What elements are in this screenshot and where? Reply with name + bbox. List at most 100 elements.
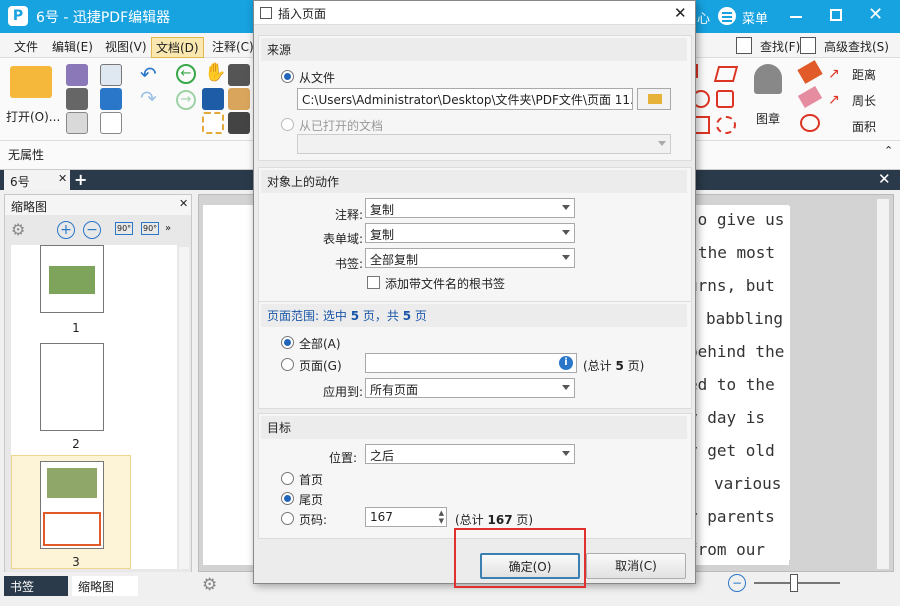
status-zoom-out-icon[interactable]: − xyxy=(728,574,746,592)
thumbnail-page-3[interactable] xyxy=(40,461,104,549)
bookmarks-select[interactable]: 全部复制 xyxy=(365,248,575,268)
first-page-radio[interactable] xyxy=(281,472,294,485)
area-label[interactable]: 面积 xyxy=(852,118,876,135)
print-icon[interactable] xyxy=(66,88,88,110)
redo-icon[interactable]: ↷ xyxy=(140,86,157,110)
menu-edit[interactable]: 编辑(E) xyxy=(48,37,97,56)
cancel-button[interactable]: 取消(C) xyxy=(586,553,686,579)
tab-bookmarks[interactable]: 书签 xyxy=(4,576,68,596)
menu-view[interactable]: 视图(V) xyxy=(101,37,151,56)
polyline-icon[interactable] xyxy=(713,66,739,82)
from-file-label[interactable]: 从文件 xyxy=(299,69,335,86)
document-icon[interactable] xyxy=(66,112,88,134)
thumbnail-page-1[interactable] xyxy=(40,245,104,313)
menu-file[interactable]: 文件 xyxy=(10,37,42,56)
pages-label[interactable]: 页面(G) xyxy=(299,357,342,374)
polygon-icon[interactable] xyxy=(716,90,734,108)
close-icon[interactable]: ✕ xyxy=(868,4,883,25)
line-tool-icon[interactable] xyxy=(696,64,710,78)
advanced-find-icon[interactable] xyxy=(800,37,816,54)
select-text-icon[interactable] xyxy=(202,88,224,110)
email-icon[interactable] xyxy=(100,64,122,86)
more-options-icon[interactable]: » xyxy=(165,223,171,234)
distance-label[interactable]: 距离 xyxy=(852,66,876,83)
root-bookmark-label[interactable]: 添加带文件名的根书签 xyxy=(385,275,505,292)
back-icon[interactable]: ← xyxy=(176,64,196,84)
eraser-icon[interactable] xyxy=(797,85,823,109)
tab-close-icon[interactable]: ✕ xyxy=(58,172,67,185)
open-doc-select[interactable] xyxy=(297,134,671,154)
doc-text-line-6: ed to the xyxy=(688,375,775,394)
advanced-find-button[interactable]: 高级查找(S) xyxy=(820,37,893,56)
rotate-left-icon[interactable]: 90° xyxy=(115,222,134,235)
minimize-icon[interactable] xyxy=(790,16,802,18)
rotate-right-icon[interactable]: 90° xyxy=(141,222,160,235)
zoom-slider-handle[interactable] xyxy=(790,574,798,592)
hand-tool-icon[interactable]: ✋ xyxy=(204,62,226,83)
save-icon[interactable] xyxy=(66,64,88,86)
position-select[interactable]: 之后 xyxy=(365,444,575,464)
perimeter-label[interactable]: 周长 xyxy=(852,92,876,109)
first-page-label[interactable]: 首页 xyxy=(299,471,323,488)
panel-close-icon[interactable]: ✕ xyxy=(179,197,188,210)
find-icon[interactable] xyxy=(736,37,752,54)
open-folder-icon[interactable] xyxy=(10,66,52,98)
from-file-radio[interactable] xyxy=(281,70,294,83)
browse-folder-icon[interactable] xyxy=(637,88,671,110)
from-open-doc-radio[interactable] xyxy=(281,118,294,131)
pencil-icon[interactable] xyxy=(797,60,823,84)
forms-select[interactable]: 复制 xyxy=(365,223,575,243)
info-icon[interactable]: i xyxy=(559,356,573,370)
cloud-icon[interactable] xyxy=(716,116,736,134)
page-number-stepper[interactable]: 167 ▲ ▼ xyxy=(365,507,447,527)
perimeter-icon[interactable]: ↗ xyxy=(828,92,840,108)
file-path-field[interactable]: C:\Users\Administrator\Desktop\文件夹\PDF文件… xyxy=(297,88,633,110)
thumbnail-panel-title: 缩略图 xyxy=(11,200,48,214)
new-tab-icon[interactable]: + xyxy=(74,170,87,189)
menu-icon[interactable] xyxy=(718,7,736,25)
zoom-in-icon[interactable]: + xyxy=(57,221,75,239)
last-page-label[interactable]: 尾页 xyxy=(299,491,323,508)
page-number-label[interactable]: 页码: xyxy=(299,511,327,528)
snapshot-icon[interactable] xyxy=(228,64,250,86)
find-binoculars-icon[interactable] xyxy=(228,112,250,134)
collapse-ribbon-icon[interactable]: ⌃ xyxy=(884,144,893,157)
distance-icon[interactable]: ↗ xyxy=(828,66,840,82)
select-area-icon[interactable] xyxy=(202,112,224,134)
from-open-doc-label[interactable]: 从已打开的文档 xyxy=(299,117,383,134)
menu-comment[interactable]: 注释(C) xyxy=(208,37,258,56)
settings-gear-icon[interactable]: ⚙ xyxy=(11,220,25,239)
menu-button[interactable]: 菜单 xyxy=(742,8,768,27)
pages-radio[interactable] xyxy=(281,358,294,371)
stamp-icon[interactable] xyxy=(754,64,782,94)
zoom-out-icon[interactable]: − xyxy=(83,221,101,239)
page-number-value: 167 xyxy=(370,510,393,524)
document-scrollbar[interactable] xyxy=(877,199,889,569)
new-document-icon[interactable] xyxy=(100,112,122,134)
root-bookmark-checkbox[interactable] xyxy=(367,276,380,289)
close-document-icon[interactable]: ✕ xyxy=(878,170,891,188)
tab-thumbnails[interactable]: 缩略图 xyxy=(72,576,138,596)
all-pages-radio[interactable] xyxy=(281,336,294,349)
maximize-icon[interactable] xyxy=(830,9,842,21)
scan-icon[interactable] xyxy=(100,88,122,110)
stepper-arrows-icon[interactable]: ▲ ▼ xyxy=(439,509,444,525)
open-button-label[interactable]: 打开(O)... xyxy=(6,108,60,125)
dialog-close-icon[interactable]: ✕ xyxy=(674,4,687,22)
pages-input[interactable]: i xyxy=(365,353,577,373)
apply-to-select[interactable]: 所有页面 xyxy=(365,378,575,398)
thumbnail-page-2[interactable] xyxy=(40,343,104,431)
all-pages-label[interactable]: 全部(A) xyxy=(299,335,341,352)
status-settings-icon[interactable]: ⚙ xyxy=(202,575,217,595)
area-measure-icon[interactable] xyxy=(800,114,820,132)
thumbnail-scrollbar[interactable] xyxy=(179,247,189,569)
clipboard-icon[interactable] xyxy=(228,88,250,110)
menu-document[interactable]: 文档(D) xyxy=(151,37,204,58)
comments-select[interactable]: 复制 xyxy=(365,198,575,218)
last-page-radio[interactable] xyxy=(281,492,294,505)
undo-icon[interactable]: ↶ xyxy=(140,62,157,86)
forward-icon[interactable]: → xyxy=(176,90,196,110)
stamp-label[interactable]: 图章 xyxy=(756,110,780,127)
page-number-radio[interactable] xyxy=(281,512,294,525)
find-button[interactable]: 查找(F) xyxy=(756,37,804,56)
